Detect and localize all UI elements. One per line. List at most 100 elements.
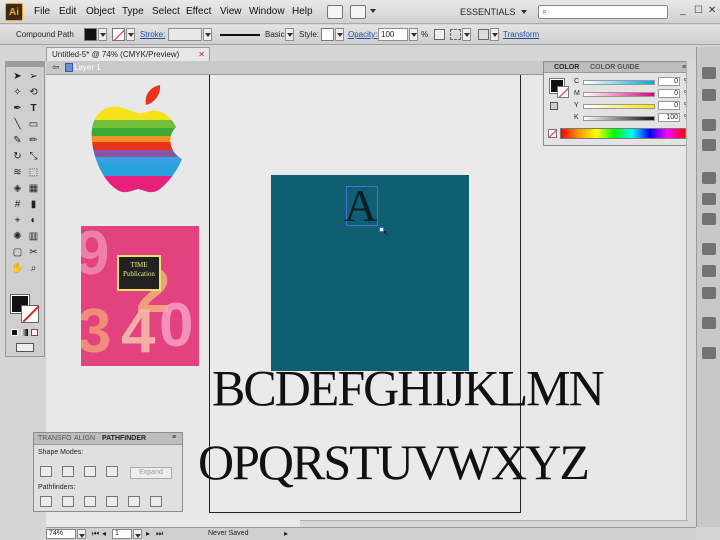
magic-wand-icon[interactable]: ✧	[11, 86, 24, 99]
yellow-value-field[interactable]: 0	[658, 101, 680, 110]
menu-object[interactable]: Object	[86, 6, 115, 17]
maximize-button[interactable]: ☐	[694, 5, 703, 16]
symbols-icon[interactable]	[702, 287, 716, 299]
transform-link[interactable]: Transform	[503, 30, 539, 39]
next-artboard-icon[interactable]: ▸	[146, 529, 150, 538]
workspace-switcher[interactable]: ESSENTIALS	[460, 7, 516, 17]
fill-color-swatch[interactable]	[84, 28, 97, 41]
black-slider[interactable]: K 100 %	[574, 113, 694, 123]
minus-back-button[interactable]	[150, 496, 162, 507]
gradient-tool-icon[interactable]: ▮	[27, 198, 40, 211]
close-button[interactable]: ✕	[708, 5, 716, 16]
opacity-dropdown[interactable]	[409, 28, 418, 41]
type-tool-icon[interactable]: T	[27, 102, 40, 115]
artboard-number-field[interactable]: 1	[112, 529, 132, 539]
color-panel-icon[interactable]	[702, 67, 716, 79]
unite-button[interactable]	[40, 466, 52, 477]
alphabet-line-2[interactable]: OPQRSTUVWXYZ	[198, 433, 590, 491]
panel-menu-icon[interactable]: ≡	[172, 434, 176, 441]
tab-align[interactable]: ALIGN	[74, 435, 95, 442]
slice-tool-icon[interactable]: ✂	[27, 246, 40, 259]
previous-artboard-icon[interactable]: ◂	[102, 529, 106, 538]
recolor-artwork-icon[interactable]	[434, 29, 445, 40]
chevron-down-icon[interactable]	[370, 9, 376, 13]
stroke-swatch[interactable]	[21, 305, 39, 323]
crop-button[interactable]	[106, 496, 118, 507]
pen-tool-icon[interactable]: ✒	[11, 102, 24, 115]
tab-pathfinder[interactable]: PATHFINDER	[102, 435, 146, 442]
mesh-tool-icon[interactable]: #	[11, 198, 24, 211]
minus-front-button[interactable]	[62, 466, 74, 477]
eyedropper-tool-icon[interactable]: ⌖	[11, 214, 24, 227]
direct-selection-tool-icon[interactable]: ➢	[27, 70, 40, 83]
expand-button[interactable]: Expand	[130, 467, 172, 479]
graphic-style-dropdown[interactable]	[335, 28, 344, 41]
gradient-panel-icon[interactable]	[702, 193, 716, 205]
arrange-documents-icon[interactable]	[350, 5, 366, 19]
zoom-tool-icon[interactable]: ⌕	[27, 262, 40, 275]
slider-track[interactable]	[583, 92, 655, 97]
menu-help[interactable]: Help	[292, 6, 313, 17]
tab-transform[interactable]: TRANSFO	[38, 435, 71, 442]
layers-icon[interactable]	[702, 317, 716, 329]
align-icon[interactable]	[450, 29, 461, 40]
menu-edit[interactable]: Edit	[59, 6, 76, 17]
outline-button[interactable]	[128, 496, 140, 507]
gradient-mode-icon[interactable]	[21, 329, 28, 336]
column-graph-tool-icon[interactable]: ▥	[27, 230, 40, 243]
paintbrush-tool-icon[interactable]: ✎	[11, 134, 24, 147]
symbol-sprayer-tool-icon[interactable]: ✺	[11, 230, 24, 243]
stroke-dropdown[interactable]	[126, 28, 135, 41]
brush-dropdown[interactable]	[285, 28, 294, 41]
hand-tool-icon[interactable]: ✋	[11, 262, 24, 275]
blend-tool-icon[interactable]: ◐	[27, 214, 40, 227]
artboard-tool-icon[interactable]: ▢	[11, 246, 24, 259]
back-arrow-icon[interactable]: ⇦	[52, 62, 60, 73]
opacity-panel-link[interactable]: Opacity:	[348, 30, 377, 39]
lasso-tool-icon[interactable]: ⟲	[27, 86, 40, 99]
selection-tool-icon[interactable]: ➤	[11, 70, 24, 83]
swatches-icon[interactable]	[702, 119, 716, 131]
shape-builder-tool-icon[interactable]: ◈	[11, 182, 24, 195]
artboard-dropdown[interactable]	[133, 529, 142, 539]
merge-button[interactable]	[84, 496, 96, 507]
cyan-slider[interactable]: C 0 %	[574, 77, 694, 87]
out-of-gamut-icon[interactable]	[550, 102, 558, 110]
cyan-value-field[interactable]: 0	[658, 77, 680, 86]
appearance-icon[interactable]	[702, 243, 716, 255]
warp-tool-icon[interactable]: ≋	[11, 166, 24, 179]
zoom-dropdown[interactable]	[77, 529, 86, 539]
magenta-slider[interactable]: M 0 %	[574, 89, 694, 99]
free-transform-tool-icon[interactable]: ⬚	[27, 166, 40, 179]
minimize-button[interactable]: _	[680, 5, 686, 16]
transform-dropdown[interactable]	[490, 28, 499, 41]
graphic-styles-icon[interactable]	[702, 265, 716, 277]
exclude-button[interactable]	[106, 466, 118, 477]
tab-color[interactable]: COLOR	[554, 64, 579, 71]
menu-effect[interactable]: Effect	[186, 6, 211, 17]
slider-track[interactable]	[583, 80, 655, 85]
alphabet-line-1[interactable]: BCDEFGHIJKLMN	[212, 358, 605, 417]
none-mode-icon[interactable]	[31, 329, 38, 336]
intersect-button[interactable]	[84, 466, 96, 477]
menu-type[interactable]: Type	[122, 6, 144, 17]
slider-track[interactable]	[583, 116, 655, 121]
horizontal-scrollbar[interactable]	[300, 520, 688, 527]
perspective-grid-tool-icon[interactable]: ▦	[27, 182, 40, 195]
book-cover-image[interactable]: 9 2 3 4 0 TIME Publication	[81, 226, 199, 366]
chevron-down-icon[interactable]	[521, 10, 527, 14]
yellow-slider[interactable]: Y 0 %	[574, 101, 694, 111]
slider-track[interactable]	[583, 104, 655, 109]
stroke-color-swatch[interactable]	[112, 28, 125, 41]
screen-mode-icon[interactable]	[16, 343, 34, 352]
transform-icon[interactable]	[478, 29, 489, 40]
pencil-tool-icon[interactable]: ✏	[27, 134, 40, 147]
stroke-weight-dropdown[interactable]	[203, 28, 212, 41]
scale-tool-icon[interactable]: ⤡	[27, 150, 40, 163]
graphic-style-swatch[interactable]	[321, 28, 334, 41]
color-mode-icon[interactable]	[11, 329, 18, 336]
first-artboard-icon[interactable]: ⏮	[92, 529, 99, 539]
document-tab[interactable]: Untitled-5* @ 74% (CMYK/Preview) ✕	[46, 47, 210, 61]
align-dropdown[interactable]	[462, 28, 471, 41]
stroke-panel-link[interactable]: Stroke:	[140, 30, 165, 39]
